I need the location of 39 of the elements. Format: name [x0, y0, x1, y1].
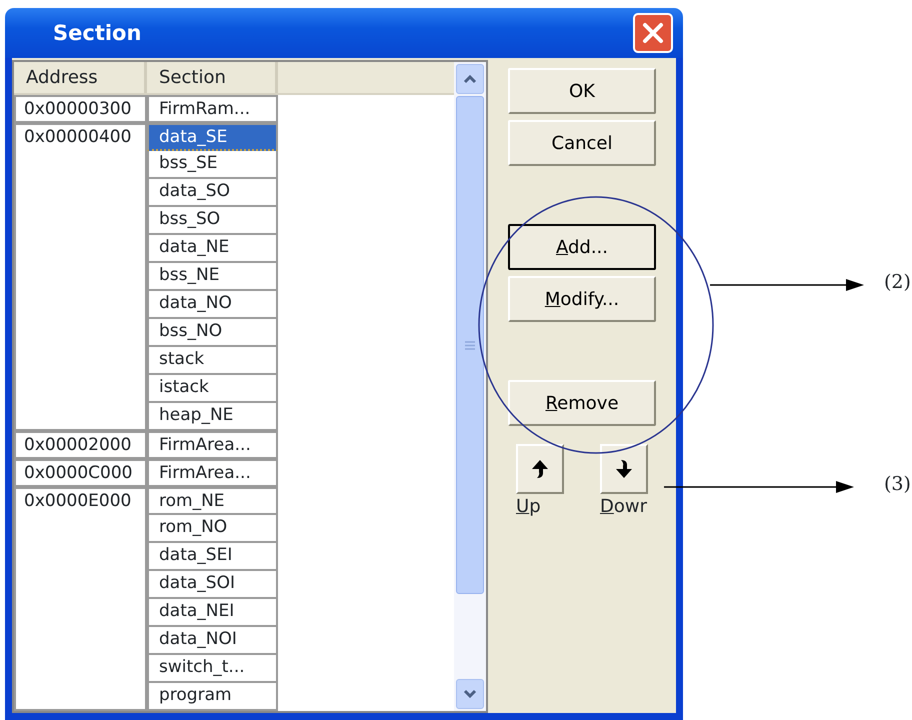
column-header[interactable]: Section [147, 62, 278, 93]
section-cell[interactable]: data_NOI [147, 627, 278, 655]
address-cell: 0x0000C000 [14, 459, 147, 487]
section-cell[interactable]: switch_t... [147, 655, 278, 683]
section-cell[interactable]: rom_NE [147, 487, 278, 515]
section-cell[interactable]: data_SE [147, 123, 278, 151]
section-cell[interactable]: rom_NO [147, 515, 278, 543]
section-cell[interactable]: data_NE [147, 235, 278, 263]
section-cell[interactable]: bss_SO [147, 207, 278, 235]
address-cell: 0x0000E000 [14, 487, 147, 711]
section-cell[interactable]: data_SOI [147, 571, 278, 599]
address-cell: 0x00000300 [14, 95, 147, 123]
callout-label: (3) [884, 473, 911, 495]
button-label: Up [516, 495, 541, 519]
button-label: Dowr [600, 495, 648, 519]
section-cell[interactable]: program [147, 683, 278, 711]
section-cell[interactable]: data_SO [147, 179, 278, 207]
dialog-button[interactable]: Remove [508, 380, 656, 426]
dialog-button[interactable]: OK [508, 68, 656, 114]
section-cell[interactable]: FirmRam... [147, 95, 278, 123]
section-cell[interactable]: heap_NE [147, 403, 278, 431]
section-cell[interactable]: istack [147, 375, 278, 403]
column-header[interactable]: Address [14, 62, 147, 93]
section-cell[interactable]: FirmArea... [147, 459, 278, 487]
section-cell[interactable]: FirmArea... [147, 431, 278, 459]
section-cell[interactable]: data_NEI [147, 599, 278, 627]
dialog-button[interactable]: Modify... [508, 276, 656, 322]
window-title: Section [53, 21, 142, 45]
address-cell: 0x00000400 [14, 123, 147, 431]
section-cell[interactable]: stack [147, 347, 278, 375]
callout-label: (2) [884, 271, 911, 293]
dialog-button[interactable]: Cancel [508, 120, 656, 166]
address-cell: 0x00002000 [14, 431, 147, 459]
section-cell[interactable]: data_SEI [147, 543, 278, 571]
section-cell[interactable]: bss_NE [147, 263, 278, 291]
section-cell[interactable]: bss_SE [147, 151, 278, 179]
section-cell[interactable]: data_NO [147, 291, 278, 319]
section-cell[interactable]: bss_NO [147, 319, 278, 347]
dialog-button[interactable]: Add... [508, 224, 656, 270]
